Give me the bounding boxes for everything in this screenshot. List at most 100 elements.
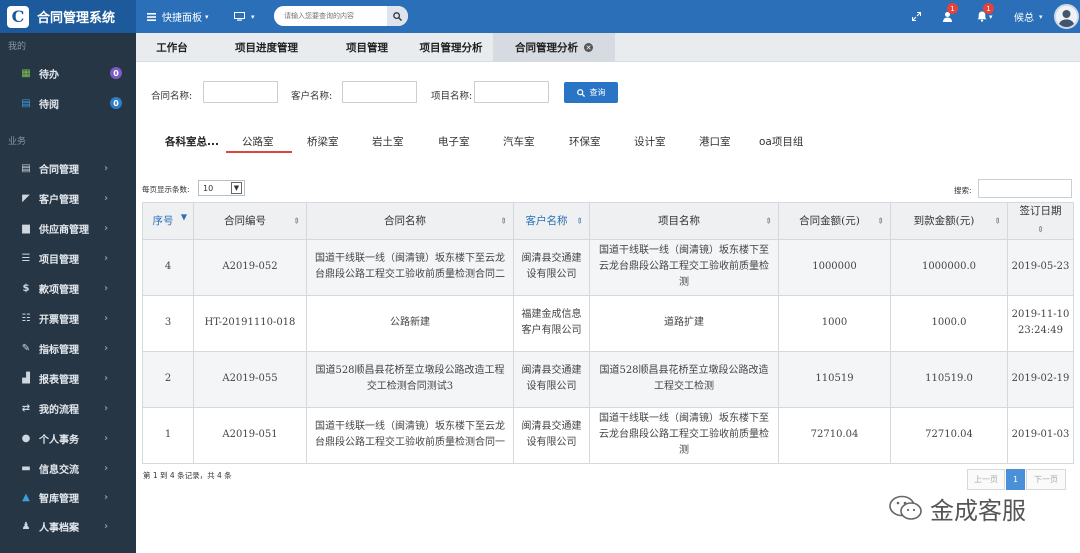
dept-tab-all[interactable]: 各科室总... xyxy=(165,134,219,149)
dept-tab-bridge[interactable]: 桥梁室 xyxy=(307,134,339,149)
column-header-project[interactable]: 项目名称 ⇕ xyxy=(589,202,779,240)
chevron-right-icon: › xyxy=(104,432,109,444)
customer-name-label: 客户名称: xyxy=(291,91,333,102)
close-icon[interactable]: ✕ xyxy=(584,43,593,52)
tab-label: 项目管理 xyxy=(346,42,388,54)
messages-badge: 1 xyxy=(947,3,958,14)
header-label: 到款金额(元) xyxy=(913,215,975,228)
project-name-label: 项目名称: xyxy=(431,91,473,102)
chevron-right-icon: › xyxy=(104,312,109,324)
sidebar-item-hr-records[interactable]: ♟ 人事档案 › xyxy=(0,511,136,541)
cell-amount: 1000 xyxy=(778,294,891,352)
dept-tab-geotech[interactable]: 岩土室 xyxy=(372,134,404,149)
sidebar-item-suppliers[interactable]: ▆ 供应商管理 › xyxy=(0,213,136,243)
sidebar-item-messages[interactable]: ▬ 信息交流 › xyxy=(0,453,136,483)
chevron-right-icon: › xyxy=(104,342,109,354)
cell-project: 国道528顺昌县花桥至立墩段公路改造工程交工检测 xyxy=(589,350,779,408)
tab-workbench[interactable]: 工作台 xyxy=(136,33,208,62)
sidebar-item-projects[interactable]: ☰ 项目管理 › xyxy=(0,243,136,273)
query-button[interactable]: 查询 xyxy=(564,82,618,103)
screen-menu[interactable]: ▾ xyxy=(234,0,255,33)
fullscreen-button[interactable] xyxy=(912,0,921,33)
dept-tab-design[interactable]: 设计室 xyxy=(634,134,666,149)
tab-contract-analysis[interactable]: 合同管理分析 ✕ xyxy=(493,33,615,62)
avatar[interactable] xyxy=(1054,4,1079,29)
cell-customer: 闽清县交通建设有限公司 xyxy=(513,350,590,408)
prev-page-button[interactable]: 上一页 xyxy=(967,469,1005,490)
chevron-right-icon: › xyxy=(104,192,109,204)
dept-tab-environment[interactable]: 环保室 xyxy=(569,134,601,149)
dept-tab-oa-group[interactable]: oa项目组 xyxy=(759,134,803,149)
sidebar-item-my-flows[interactable]: ⇄ 我的流程 › xyxy=(0,393,136,423)
chevron-right-icon: › xyxy=(104,491,109,503)
active-tab-indicator xyxy=(226,151,292,153)
sidebar-item-todo[interactable]: ▦ 待办 0 xyxy=(0,58,136,88)
cell-amount: 1000000 xyxy=(778,238,891,296)
cell-project: 国道干线联一线（闽清镜）坂东楼下至云龙台鼎段公路工程交工验收前质量检测 xyxy=(589,238,779,296)
dept-tab-highway[interactable]: 公路室 xyxy=(242,134,274,149)
header-label: 客户名称 xyxy=(525,215,568,228)
column-header-code[interactable]: 合同编号 ⇕ xyxy=(193,202,307,240)
table-row[interactable]: 2 A2019-055 国道528顺昌县花桥至立墩段公路改造工程交工检测合同测试… xyxy=(142,350,1074,408)
sidebar-item-read[interactable]: ▤ 待阅 0 xyxy=(0,88,136,118)
column-header-received[interactable]: 到款金额(元) ⇕ xyxy=(890,202,1008,240)
table-row[interactable]: 1 A2019-051 国道干线联一线（闽清镜）坂东楼下至云龙台鼎段公路工程交工… xyxy=(142,406,1074,464)
dept-tab-electronics[interactable]: 电子室 xyxy=(438,134,470,149)
column-header-seq[interactable]: 序号 ▼ xyxy=(142,202,194,240)
dept-tab-automotive[interactable]: 汽车室 xyxy=(503,134,535,149)
tab-project-progress[interactable]: 项目进度管理 xyxy=(208,33,325,62)
user-menu[interactable]: 候总 ▾ xyxy=(1014,0,1043,33)
tab-project-management[interactable]: 项目管理 xyxy=(325,33,409,62)
column-header-name[interactable]: 合同名称 ⇕ xyxy=(306,202,514,240)
sidebar-item-label: 信息交流 xyxy=(39,464,79,476)
cell-code: A2019-052 xyxy=(193,238,307,296)
cell-received: 1000000.0 xyxy=(890,238,1008,296)
sort-icon: ⇕ xyxy=(293,216,300,226)
cell-seq: 4 xyxy=(142,238,194,296)
query-button-label: 查询 xyxy=(589,88,606,97)
header-label: 签订日期 xyxy=(1019,205,1062,217)
table-search-input[interactable] xyxy=(978,179,1072,198)
notifications-badge: 1 xyxy=(983,3,994,14)
table-row[interactable]: 3 HT-20191110-018 公路新建 福建金成信息客户有限公司 道路扩建… xyxy=(142,294,1074,352)
brand[interactable]: C 合同管理系统 xyxy=(0,0,136,33)
customer-name-input[interactable] xyxy=(342,81,417,103)
table-row[interactable]: 4 A2019-052 国道干线联一线（闽清镜）坂东楼下至云龙台鼎段公路工程交工… xyxy=(142,238,1074,296)
dept-tab-port[interactable]: 港口室 xyxy=(699,134,731,149)
sidebar-item-personal[interactable]: ● 个人事务 › xyxy=(0,423,136,453)
sidebar-item-reports[interactable]: ▟ 报表管理 › xyxy=(0,363,136,393)
column-header-amount[interactable]: 合同金额(元) ⇕ xyxy=(778,202,891,240)
dollar-icon: $ xyxy=(22,282,30,294)
users-icon: ♟ xyxy=(21,520,31,532)
quick-panel-menu[interactable]: 快捷面板 ▾ xyxy=(147,0,209,33)
cell-seq: 2 xyxy=(142,350,194,408)
per-page-select[interactable]: 10 ▼ xyxy=(198,180,245,196)
column-header-date[interactable]: 签订日期 ⇕ xyxy=(1007,202,1074,240)
app-title: 合同管理系统 xyxy=(37,11,116,26)
contract-name-input[interactable] xyxy=(203,81,278,103)
next-page-button[interactable]: 下一页 xyxy=(1026,469,1066,490)
sidebar-item-label: 个人事务 xyxy=(39,434,79,446)
sidebar-item-indicators[interactable]: ✎ 指标管理 › xyxy=(0,333,136,363)
sidebar-item-payments[interactable]: $ 款项管理 › xyxy=(0,273,136,303)
sidebar-item-think-tank[interactable]: ▲ 智库管理 › xyxy=(0,482,136,512)
sort-icon: ⇕ xyxy=(877,216,884,226)
sidebar-item-contracts[interactable]: ▤ 合同管理 › xyxy=(0,153,136,183)
tab-project-analysis[interactable]: 项目管理分析 xyxy=(409,33,493,62)
page-1-button[interactable]: 1 xyxy=(1006,469,1025,490)
cell-project: 道路扩建 xyxy=(589,294,779,352)
project-name-input[interactable] xyxy=(474,81,549,103)
global-search-button[interactable] xyxy=(387,6,408,26)
sidebar-item-customers[interactable]: ◤ 客户管理 › xyxy=(0,183,136,213)
bullhorn-icon: ◤ xyxy=(22,192,30,204)
document-icon: ▤ xyxy=(21,162,31,174)
cell-date: 2019-02-19 xyxy=(1007,350,1074,408)
graduation-cap-icon: ▲ xyxy=(22,491,30,503)
global-search-input[interactable] xyxy=(274,6,386,26)
sidebar-item-invoices[interactable]: ☷ 开票管理 › xyxy=(0,303,136,333)
column-header-customer[interactable]: 客户名称 ⇕ xyxy=(513,202,590,240)
pagination-info: 第 1 到 4 条记录，共 4 条 xyxy=(143,471,232,480)
global-search xyxy=(274,6,408,26)
invoice-icon: ☷ xyxy=(21,312,31,324)
app-logo-icon: C xyxy=(7,5,29,28)
